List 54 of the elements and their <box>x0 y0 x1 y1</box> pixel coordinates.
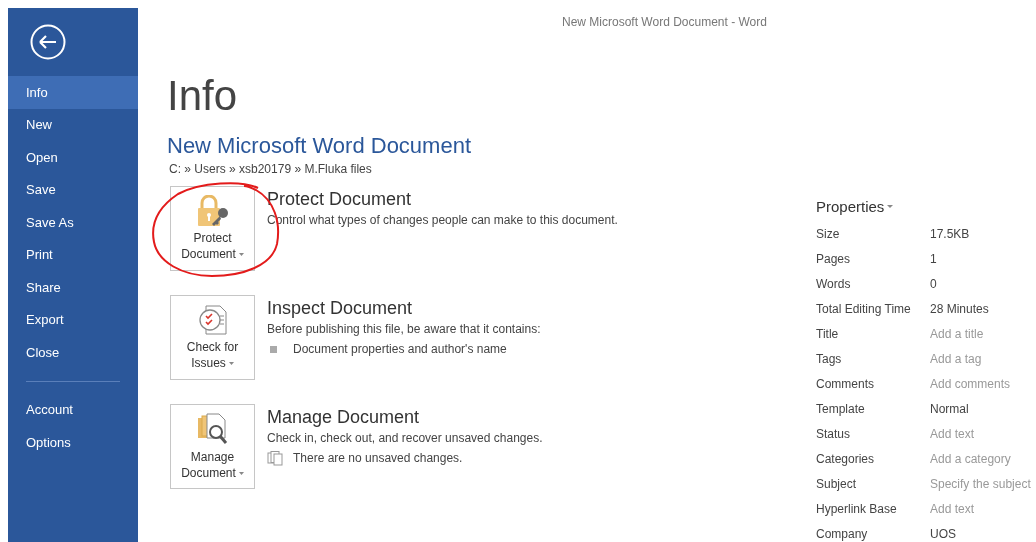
property-label: Total Editing Time <box>816 301 912 318</box>
check-for-issues-button[interactable]: Check for Issues <box>170 295 255 380</box>
sidebar-item[interactable]: Options <box>8 426 138 459</box>
dropdown-arrow-icon[interactable] <box>238 471 244 475</box>
window-title: New Microsoft Word Document - Word <box>562 14 767 31</box>
documents-icon <box>267 450 283 466</box>
property-label: Hyperlink Base <box>816 501 898 518</box>
property-value: 28 Minutes <box>930 301 989 318</box>
dropdown-arrow-icon[interactable] <box>238 252 244 256</box>
property-value: 17.5KB <box>930 226 970 243</box>
property-label: Pages <box>816 251 852 268</box>
property-label: Comments <box>816 376 875 393</box>
properties-heading[interactable]: Properties <box>816 196 885 219</box>
property-label: Tags <box>816 351 843 368</box>
padlock-key-icon <box>195 195 230 227</box>
checklist-document-icon <box>197 304 228 336</box>
property-value: UOS <box>930 526 956 542</box>
sidebar-item[interactable]: Share <box>8 271 138 304</box>
property-label: Title <box>816 326 840 343</box>
property-label: Categories <box>816 451 876 468</box>
property-label: Subject <box>816 476 858 493</box>
section-heading: Protect Document <box>267 188 413 210</box>
manage-document-button[interactable]: Manage Document <box>170 404 255 489</box>
section-description: Check in, check out, and recover unsaved changes. <box>267 430 543 447</box>
section-heading: Inspect Document <box>267 297 414 319</box>
sidebar-item[interactable]: Save As <box>8 206 138 239</box>
sidebar-item[interactable]: New <box>8 108 138 141</box>
property-value: 1 <box>930 251 937 268</box>
status-text: Document properties and author's name <box>293 341 507 358</box>
property-label: Words <box>816 276 852 293</box>
protect-document-button[interactable]: Protect Document <box>170 186 255 271</box>
sidebar-item[interactable]: Close <box>8 336 138 369</box>
documents-magnifier-icon <box>195 412 230 446</box>
sidebar-item[interactable]: Info <box>8 76 138 109</box>
document-name: New Microsoft Word Document <box>167 132 472 160</box>
page-title: Info <box>167 72 239 120</box>
sidebar-item[interactable]: Print <box>8 238 138 271</box>
property-label: Size <box>816 226 841 243</box>
property-value: 0 <box>930 276 937 293</box>
status-text: There are no unsaved changes. <box>293 450 463 467</box>
property-label: Status <box>816 426 852 443</box>
property-label: Company <box>816 526 869 542</box>
bullet-icon <box>270 345 277 353</box>
section-heading: Manage Document <box>267 406 421 428</box>
section-description: Before publishing this file, be aware that it contains: <box>267 321 541 338</box>
dropdown-arrow-icon[interactable] <box>887 205 894 210</box>
sidebar-item[interactable]: Account <box>8 393 138 426</box>
property-label: Template <box>816 401 866 418</box>
property-value: Normal <box>930 401 969 418</box>
dropdown-arrow-icon[interactable] <box>228 361 234 365</box>
sidebar-item[interactable]: Save <box>8 173 138 206</box>
document-path: C: » Users » xsb20179 » M.Fluka files <box>169 161 373 178</box>
sidebar-item[interactable]: Open <box>8 141 138 174</box>
sidebar-item[interactable]: Export <box>8 303 138 336</box>
